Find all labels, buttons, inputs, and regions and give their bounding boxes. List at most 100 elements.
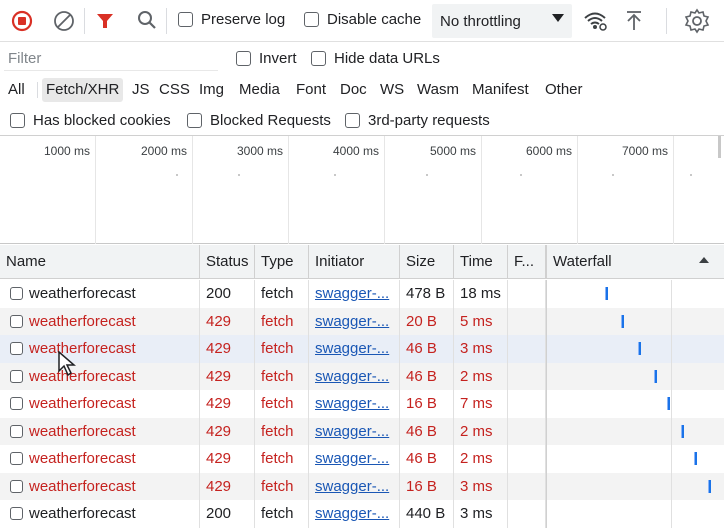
column-header-size[interactable]: Size [400, 245, 454, 279]
import-har-icon[interactable] [624, 9, 644, 33]
cell-initiator[interactable]: swagger-... [309, 500, 400, 528]
cell-name: weatherforecast [0, 390, 200, 418]
filter-funnel-icon[interactable] [94, 10, 116, 32]
cell-fulfilled [508, 362, 546, 390]
waterfall-bar [681, 424, 684, 438]
initiator-link[interactable]: swagger-... [315, 423, 389, 440]
table-row[interactable]: weatherforecast 429 fetch swagger-... 16 B7 … [0, 390, 724, 418]
request-icon [10, 342, 23, 356]
waterfall-bar [667, 397, 670, 410]
disable-cache-box[interactable] [304, 12, 319, 27]
initiator-link[interactable]: swagger-... [315, 313, 389, 330]
invert-checkbox[interactable]: Invert [236, 50, 297, 67]
blocked-requests-checkbox[interactable]: Blocked Requests [187, 112, 331, 129]
filter-input[interactable] [4, 47, 218, 71]
type-chip-ws[interactable]: WS [376, 78, 408, 102]
preserve-log-box[interactable] [178, 12, 193, 27]
type-chip-media[interactable]: Media [235, 78, 284, 102]
type-chip-img[interactable]: Img [195, 78, 228, 102]
overview-request-mark [238, 174, 240, 176]
cell-size: 46 B [400, 417, 454, 445]
type-chip-css[interactable]: CSS [155, 78, 194, 102]
cell-waterfall [546, 417, 724, 445]
sort-ascending-icon [698, 245, 710, 279]
network-overview[interactable]: 1000 ms 2000 ms 3000 ms 4000 ms 5000 ms … [0, 136, 724, 244]
settings-gear-icon[interactable] [684, 8, 710, 34]
invert-box[interactable] [236, 51, 251, 66]
preserve-log-checkbox[interactable]: Preserve log [178, 11, 285, 28]
clear-icon[interactable] [52, 9, 76, 33]
third-party-requests-box[interactable] [345, 113, 360, 128]
initiator-link[interactable]: swagger-... [315, 450, 389, 467]
type-chip-other[interactable]: Other [541, 78, 587, 102]
network-conditions-icon[interactable] [582, 9, 608, 33]
type-chip-all[interactable]: All [4, 78, 29, 102]
initiator-link[interactable]: swagger-... [315, 285, 389, 302]
cell-initiator[interactable]: swagger-... [309, 417, 400, 445]
request-name: weatherforecast [29, 285, 136, 302]
type-chip-doc[interactable]: Doc [336, 78, 371, 102]
cell-status: 429 [200, 335, 255, 363]
third-party-requests-label: 3rd-party requests [368, 112, 490, 129]
cell-type: fetch [255, 335, 309, 363]
cell-status: 429 [200, 472, 255, 500]
table-row[interactable]: weatherforecast 429 fetch swagger-... 20 B5 … [0, 307, 724, 335]
hide-data-urls-checkbox[interactable]: Hide data URLs [311, 50, 440, 67]
cell-type: fetch [255, 445, 309, 473]
cell-initiator[interactable]: swagger-... [309, 472, 400, 500]
overview-tick-label: 1000 ms [43, 144, 90, 158]
initiator-link[interactable]: swagger-... [315, 395, 389, 412]
throttling-select[interactable]: No throttling [432, 4, 572, 38]
cell-initiator[interactable]: swagger-... [309, 280, 400, 308]
cell-name: weatherforecast [0, 362, 200, 390]
initiator-link[interactable]: swagger-... [315, 505, 389, 522]
column-header-waterfall[interactable]: Waterfall [546, 245, 724, 279]
third-party-requests-checkbox[interactable]: 3rd-party requests [345, 112, 490, 129]
hide-data-urls-box[interactable] [311, 51, 326, 66]
cell-initiator[interactable]: swagger-... [309, 362, 400, 390]
cell-fulfilled [508, 417, 546, 445]
disable-cache-checkbox[interactable]: Disable cache [304, 11, 421, 28]
record-stop-icon[interactable] [10, 9, 34, 33]
overview-tick-label: 4000 ms [332, 144, 379, 158]
column-header-status[interactable]: Status [200, 245, 255, 279]
table-row[interactable]: weatherforecast 429 fetch swagger-... 46 B2 … [0, 445, 724, 473]
type-chip-fetch-xhr[interactable]: Fetch/XHR [42, 78, 124, 102]
cell-size: 478 B [400, 280, 454, 308]
cell-initiator[interactable]: swagger-... [309, 307, 400, 335]
initiator-link[interactable]: swagger-... [315, 478, 389, 495]
initiator-link[interactable]: swagger-... [315, 340, 389, 357]
table-row[interactable]: weatherforecast 200 fetch swagger-... 478 B1… [0, 280, 724, 308]
overview-scroll-handle[interactable] [718, 136, 721, 158]
hide-data-urls-label: Hide data URLs [334, 50, 440, 67]
table-row[interactable]: weatherforecast 429 fetch swagger-... 46 B3 … [0, 335, 724, 363]
blocked-filter-row: Has blocked cookies Blocked Requests 3rd… [0, 106, 724, 136]
cell-size: 16 B [400, 472, 454, 500]
cell-name: weatherforecast [0, 500, 200, 528]
type-chip-manifest[interactable]: Manifest [468, 78, 533, 102]
cell-initiator[interactable]: swagger-... [309, 445, 400, 473]
cell-fulfilled [508, 500, 546, 528]
cell-initiator[interactable]: swagger-... [309, 335, 400, 363]
column-header-type[interactable]: Type [255, 245, 309, 279]
initiator-link[interactable]: swagger-... [315, 368, 389, 385]
type-chip-js[interactable]: JS [128, 78, 154, 102]
type-chip-font[interactable]: Font [292, 78, 330, 102]
cell-name: weatherforecast [0, 472, 200, 500]
table-row[interactable]: weatherforecast 429 fetch swagger-... 16 B3 … [0, 472, 724, 500]
cell-type: fetch [255, 307, 309, 335]
blocked-requests-box[interactable] [187, 113, 202, 128]
cell-initiator[interactable]: swagger-... [309, 390, 400, 418]
column-header-name[interactable]: Name [0, 245, 200, 279]
column-header-time[interactable]: Time [454, 245, 508, 279]
search-icon[interactable] [136, 9, 158, 31]
table-row[interactable]: weatherforecast 429 fetch swagger-... 46 B2 … [0, 362, 724, 390]
has-blocked-cookies-checkbox[interactable]: Has blocked cookies [10, 112, 171, 129]
type-chip-wasm[interactable]: Wasm [413, 78, 463, 102]
overview-tick-label: 3000 ms [236, 144, 283, 158]
column-header-initiator[interactable]: Initiator [309, 245, 400, 279]
has-blocked-cookies-box[interactable] [10, 113, 25, 128]
table-row[interactable]: weatherforecast 429 fetch swagger-... 46 B2 … [0, 417, 724, 445]
column-header-fulfilled[interactable]: F... [508, 245, 546, 279]
table-row[interactable]: weatherforecast 200 fetch swagger-... 440 B3… [0, 500, 724, 528]
